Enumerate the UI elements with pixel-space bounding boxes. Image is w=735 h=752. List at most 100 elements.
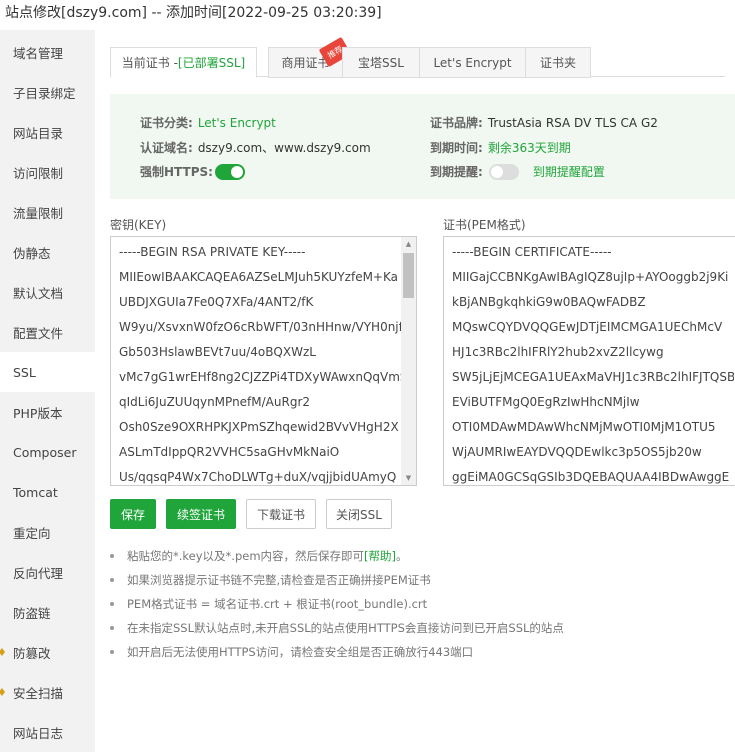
cert-label: 证书(PEM格式) — [443, 218, 526, 232]
reminder-config-link[interactable]: 到期提醒配置 — [533, 163, 605, 180]
bullet-dot — [110, 602, 114, 606]
expire-reminder-toggle[interactable] — [488, 163, 519, 180]
tab-cert-folder[interactable]: 证书夹 — [525, 47, 591, 78]
field-label: 证书品牌: — [430, 116, 483, 130]
sidebar-item-label: 重定向 — [13, 525, 51, 541]
toggle-knob — [230, 165, 243, 178]
tab-current-cert[interactable]: 当前证书 - [已部署SSL] — [110, 47, 257, 78]
cert-textarea[interactable]: -----BEGIN CERTIFICATE----- MIIGajCCBNKg… — [443, 236, 735, 486]
tab-label: 宝塔SSL — [358, 56, 404, 70]
download-cert-button[interactable]: 下载证书 — [246, 499, 316, 529]
force-https: 强制HTTPS: — [140, 163, 245, 180]
sidebar-item-label: 防盗链 — [13, 605, 51, 621]
tip-text: 如果浏览器提示证书链不完整,请检查是否正确拼接PEM证书 — [127, 573, 431, 587]
sidebar-item-hotlink[interactable]: 防盗链 — [0, 592, 95, 632]
sidebar-item-subdir[interactable]: 子目录绑定 — [0, 72, 95, 112]
tab-baota-ssl[interactable]: 宝塔SSL — [342, 47, 420, 78]
sidebar-item-security-scan[interactable]: ♦ 安全扫描 — [0, 672, 95, 712]
tab-commercial-cert[interactable]: 商用证书 推荐 — [268, 36, 352, 78]
sidebar-item-label: PHP版本 — [13, 405, 63, 421]
sidebar-item-site-dir[interactable]: 网站目录 — [0, 112, 95, 152]
tip-item: 如开启后无法使用HTTPS访问，请检查安全组是否正确放行443端口 — [110, 644, 473, 660]
field-label: 强制HTTPS: — [140, 165, 213, 179]
sidebar-item-rewrite[interactable]: 伪静态 — [0, 232, 95, 272]
field-label: 到期提醒: — [430, 165, 483, 179]
text-line: HJ1c3RBc2lhIFRlY2hub2xvZ2llcywg — [452, 345, 664, 359]
sidebar-item-traffic-limit[interactable]: 流量限制 — [0, 192, 95, 232]
tab-label: Let's Encrypt — [433, 55, 512, 70]
sidebar-item-domain[interactable]: 域名管理 — [0, 32, 95, 72]
renew-cert-button[interactable]: 续签证书 — [166, 499, 236, 529]
text-line: OTI0MDAwMDAwWhcNMjMwOTI0MjM1OTU5 — [452, 420, 716, 434]
text-line: MQswCQYDVQQGEwJDTjEIMCMGA1UEChMcV — [452, 320, 723, 334]
sidebar-item-php-version[interactable]: PHP版本 — [0, 392, 95, 432]
sidebar-item-label: 反向代理 — [13, 565, 64, 581]
scroll-down-arrow-icon[interactable]: ▼ — [401, 471, 416, 485]
sidebar-item-reverse-proxy[interactable]: 反向代理 — [0, 552, 95, 592]
sidebar-item-default-doc[interactable]: 默认文档 — [0, 272, 95, 312]
cert-expire: 到期时间: 剩余363天到期 — [430, 139, 571, 156]
key-content: -----BEGIN RSA PRIVATE KEY----- MIIEowIB… — [111, 241, 401, 485]
field-label: 到期时间: — [430, 141, 483, 155]
toggle-knob — [490, 165, 503, 178]
bullet-dot — [110, 578, 114, 582]
sidebar-item-composer[interactable]: Composer — [0, 432, 95, 472]
text-line: ASLmTdIppQR2VVHC5saGHvMkNaiO — [119, 445, 340, 459]
sidebar-item-label: Tomcat — [13, 484, 58, 500]
bullet-dot — [110, 554, 114, 558]
key-textarea[interactable]: -----BEGIN RSA PRIVATE KEY----- MIIEowIB… — [110, 236, 417, 486]
sidebar-item-label: 网站目录 — [13, 125, 64, 141]
sidebar-item-tomcat[interactable]: Tomcat — [0, 472, 95, 512]
sidebar-item-label: 安全扫描 — [13, 685, 64, 701]
tip-item: 如果浏览器提示证书链不完整,请检查是否正确拼接PEM证书 — [110, 572, 431, 588]
text-line: kBjANBgkqhkiG9w0BAQwFADBZ — [452, 295, 646, 309]
text-line: Gb503HslawBEVt7uu/4oBQXWzL — [119, 345, 316, 359]
key-scrollbar[interactable]: ▲ ▼ — [401, 237, 416, 485]
sidebar-item-label: 子目录绑定 — [13, 85, 76, 101]
sidebar-item-redirect[interactable]: 重定向 — [0, 512, 95, 552]
text-line: WjAUMRIwEAYDVQQDEwlkc3p5OS5jb20w — [452, 445, 702, 459]
sidebar-item-ssl[interactable]: SSL — [0, 352, 95, 392]
tab-label: 当前证书 - — [121, 56, 178, 70]
window-titlebar: 站点修改[dszy9.com] -- 添加时间[2022-09-25 03:20… — [0, 0, 735, 30]
sidebar-item-label: 访问限制 — [13, 165, 64, 181]
text-line: -----BEGIN RSA PRIVATE KEY----- — [119, 245, 306, 259]
vip-gem-icon: ♦ — [0, 645, 7, 659]
field-label: 认证域名: — [140, 141, 193, 155]
text-line: -----BEGIN CERTIFICATE----- — [452, 245, 612, 259]
scroll-thumb[interactable] — [403, 253, 414, 298]
text-line: EViBUTFMgQ0EgRzIwHhcNMjIw — [452, 395, 640, 409]
text-line: qIdLi6JuZUUqynMPnefM/AuRgr2 — [119, 395, 311, 409]
sidebar-item-label: 伪静态 — [13, 245, 51, 261]
field-label: 证书分类: — [140, 116, 193, 130]
close-ssl-button[interactable]: 关闭SSL — [326, 499, 392, 529]
sidebar-item-config-file[interactable]: 配置文件 — [0, 312, 95, 352]
sidebar-item-label: 域名管理 — [13, 45, 64, 61]
tab-lets-encrypt[interactable]: Let's Encrypt — [419, 47, 526, 78]
field-value: dszy9.com、www.dszy9.com — [197, 141, 371, 155]
cert-content: -----BEGIN CERTIFICATE----- MIIGajCCBNKg… — [444, 241, 734, 485]
sidebar-item-tamper-proof[interactable]: ♦ 防篡改 — [0, 632, 95, 672]
sidebar-item-label: 防篡改 — [13, 645, 51, 661]
sidebar-item-label: 默认文档 — [13, 285, 64, 301]
tip-item: PEM格式证书 = 域名证书.crt + 根证书(root_bundle).cr… — [110, 596, 427, 612]
field-value: TrustAsia RSA DV TLS CA G2 — [487, 115, 658, 130]
text-line: vMc7gG1wrEHf8ng2CJZZPi4TDXyWAwxnQqVmS — [119, 370, 401, 384]
text-line: Osh0Sze9OXRHPKJXPmSZhqewid2BVvVHgH2X — [119, 420, 399, 434]
save-button[interactable]: 保存 — [110, 499, 156, 529]
expire-reminder: 到期提醒: 到期提醒配置 — [430, 163, 605, 180]
text-line: Us/qqsqP4Wx7ChoDLWTg+duX/vqjjbidUAmyQ — [119, 470, 397, 484]
sidebar-item-site-log[interactable]: 网站日志 — [0, 712, 95, 752]
sidebar-item-label: Composer — [13, 444, 77, 460]
bullet-dot — [110, 626, 114, 630]
text-line: W9yu/XsvxnW0fzO6cRbWFT/03nHHnw/VYH0njf — [119, 320, 401, 334]
force-https-toggle[interactable] — [214, 163, 245, 180]
tip-text: 。 — [396, 549, 408, 563]
sidebar-item-label: 配置文件 — [13, 325, 64, 341]
sidebar-item-access-limit[interactable]: 访问限制 — [0, 152, 95, 192]
window-title: 站点修改[dszy9.com] -- 添加时间[2022-09-25 03:20… — [5, 5, 382, 21]
tip-text: 在未指定SSL默认站点时,未开启SSL的站点使用HTTPS会直接访问到已开启SS… — [127, 621, 564, 635]
help-link[interactable]: [帮助] — [364, 548, 396, 564]
scroll-up-arrow-icon[interactable]: ▲ — [401, 237, 416, 251]
cert-domain: 认证域名: dszy9.com、www.dszy9.com — [140, 139, 371, 156]
